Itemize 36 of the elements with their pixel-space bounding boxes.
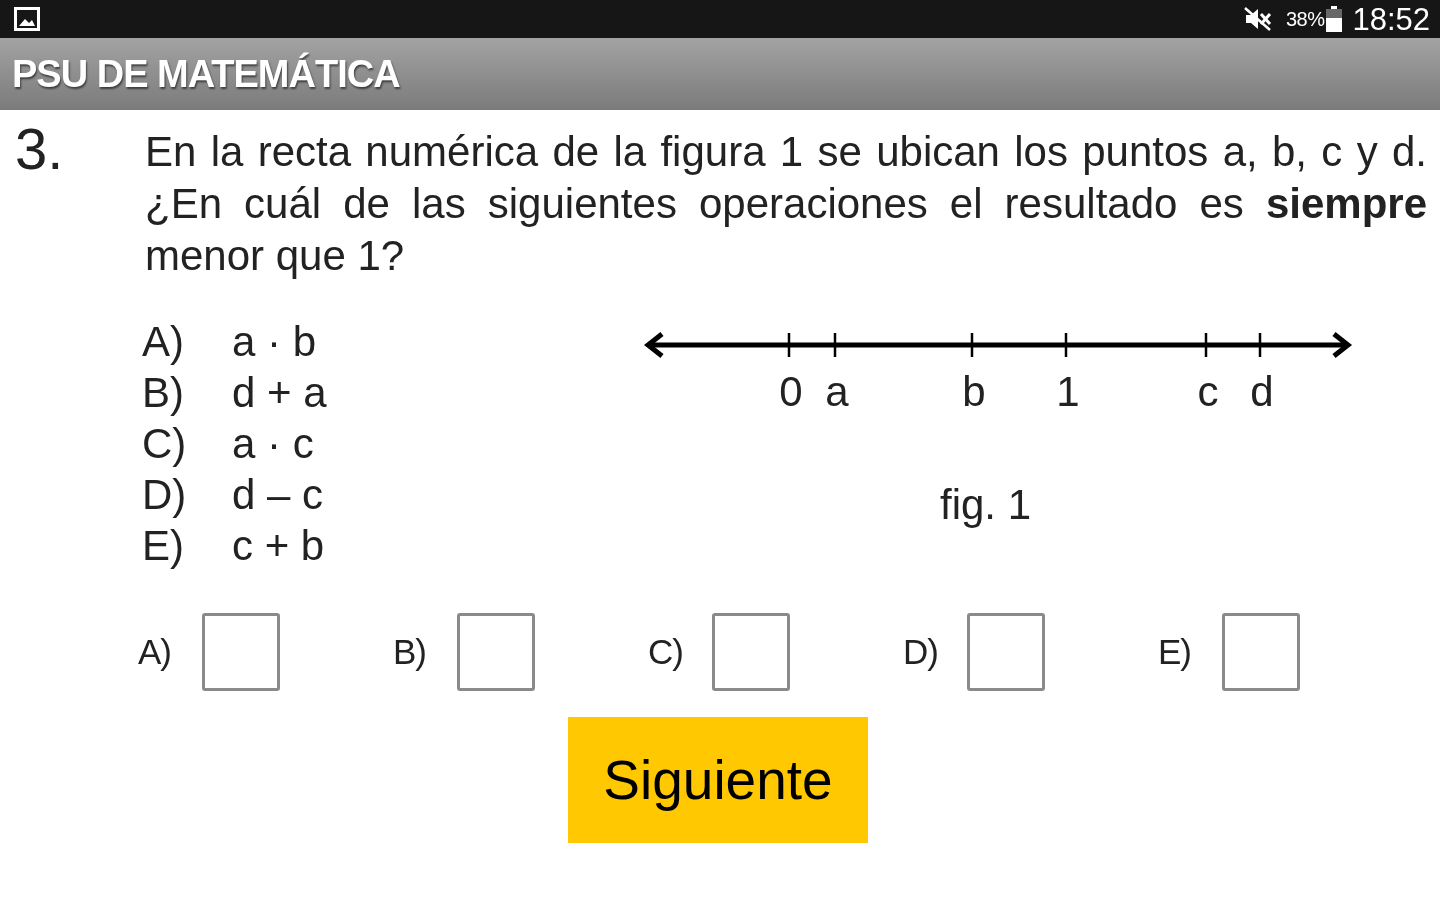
answer-label: E) [1158,630,1192,673]
option-expression: a · c [232,419,314,469]
point-label: b [962,370,986,414]
picture-icon[interactable] [14,7,40,31]
answer-label: C) [648,630,684,673]
answer-checkbox[interactable] [712,613,790,691]
answer-checkbox[interactable] [457,613,535,691]
question-number: 3. [15,116,64,181]
point-label: 1 [1056,370,1080,414]
option-expression: d – c [232,470,324,520]
option-letter: A) [142,317,185,367]
app-title: PSU DE MATEMÁTICA [12,51,400,97]
point-label: 0 [779,370,803,414]
answer-checkbox[interactable] [1222,613,1300,691]
point-label: c [1197,370,1219,414]
answer-checkbox[interactable] [202,613,280,691]
option-letter: B) [142,368,185,418]
question-text: En la recta numérica de la figura 1 se ubican los puntos a, b, c y d. ¿En cuál de las siguientes operaciones el resultado es siempre menor que 1? [145,127,1427,281]
battery-icon [1326,6,1343,32]
answer-label: D) [903,630,939,673]
option-expression: c + b [232,521,325,571]
option-letter: D) [142,470,188,520]
answer-checkbox[interactable] [967,613,1045,691]
option-letter: E) [142,521,185,571]
battery-percent: 38% [1285,7,1325,32]
muted-speaker-icon [1243,7,1272,31]
clock-time: 18:52 [1352,3,1430,35]
option-expression: a · b [232,317,317,367]
option-letter: C) [142,419,188,469]
answer-label: B) [393,630,427,673]
point-label: a [825,370,849,414]
figure-caption: fig. 1 [940,482,1032,528]
answer-label: A) [138,630,172,673]
point-label: d [1250,370,1274,414]
next-button[interactable]: Siguiente [568,717,868,843]
option-expression: d + a [232,368,327,418]
